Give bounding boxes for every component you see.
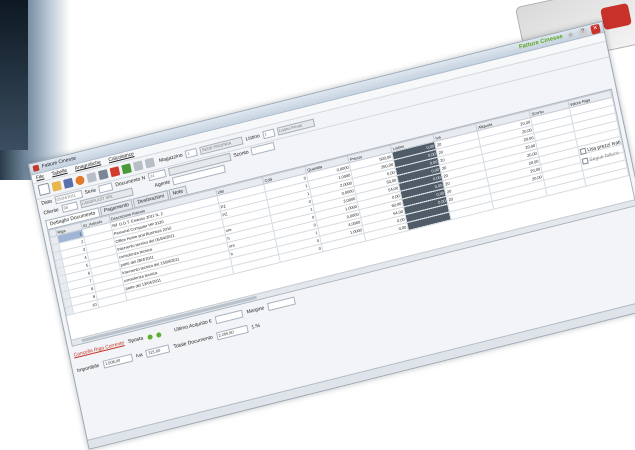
- pdf-icon[interactable]: [109, 166, 121, 178]
- arrow-icon[interactable]: [144, 157, 156, 169]
- excel-icon[interactable]: [121, 163, 132, 175]
- segue-fattura-checkbox[interactable]: [581, 157, 589, 166]
- totale-label: Totale Documento: [173, 334, 214, 351]
- app-icon: [32, 164, 40, 172]
- magazzino-field[interactable]: 1: [184, 147, 198, 159]
- ultimo-acquisto-field: [214, 309, 244, 325]
- copy-icon[interactable]: [132, 160, 144, 172]
- imponibile-label: Imponibile: [76, 362, 100, 375]
- device-red-button: [600, 2, 632, 31]
- sposta-label: Sposta: [127, 335, 144, 345]
- undo-icon[interactable]: [74, 174, 86, 186]
- listino-label: Listino: [245, 132, 261, 143]
- usa-prezzi-checkbox[interactable]: [579, 147, 587, 155]
- preview-icon[interactable]: [86, 172, 97, 183]
- move-up-icon[interactable]: [146, 333, 153, 340]
- listino-field[interactable]: 1: [261, 128, 276, 139]
- close-icon[interactable]: ✕: [590, 23, 601, 35]
- print-icon[interactable]: [98, 169, 109, 181]
- star-icon[interactable]: ★: [566, 29, 576, 41]
- iva-label: Iva: [135, 352, 144, 360]
- margine-field: [267, 296, 297, 312]
- move-down-icon[interactable]: [155, 331, 162, 338]
- margine-label: Margine: [246, 305, 265, 316]
- totale-value: 2.265,60: [215, 324, 249, 341]
- iva-value: 321,60: [145, 344, 171, 358]
- help-icon[interactable]: ?: [577, 26, 589, 38]
- imponibile-value: 1.608,00: [102, 353, 134, 369]
- menu-file[interactable]: File: [36, 174, 45, 182]
- open-folder-icon[interactable]: [51, 180, 63, 192]
- app-window: Fatture Cinesse Fatture Cinesse ★ ? ✕ Fi…: [28, 20, 635, 450]
- ultimo-acquisto-label: Ultimo Acquisto €: [173, 318, 213, 334]
- percent-value: 1.%: [250, 322, 261, 331]
- background-photo-dark: [0, 0, 28, 150]
- new-doc-icon[interactable]: [37, 182, 51, 197]
- magazzino-label: Magazzino: [158, 151, 184, 164]
- save-icon[interactable]: [63, 177, 74, 189]
